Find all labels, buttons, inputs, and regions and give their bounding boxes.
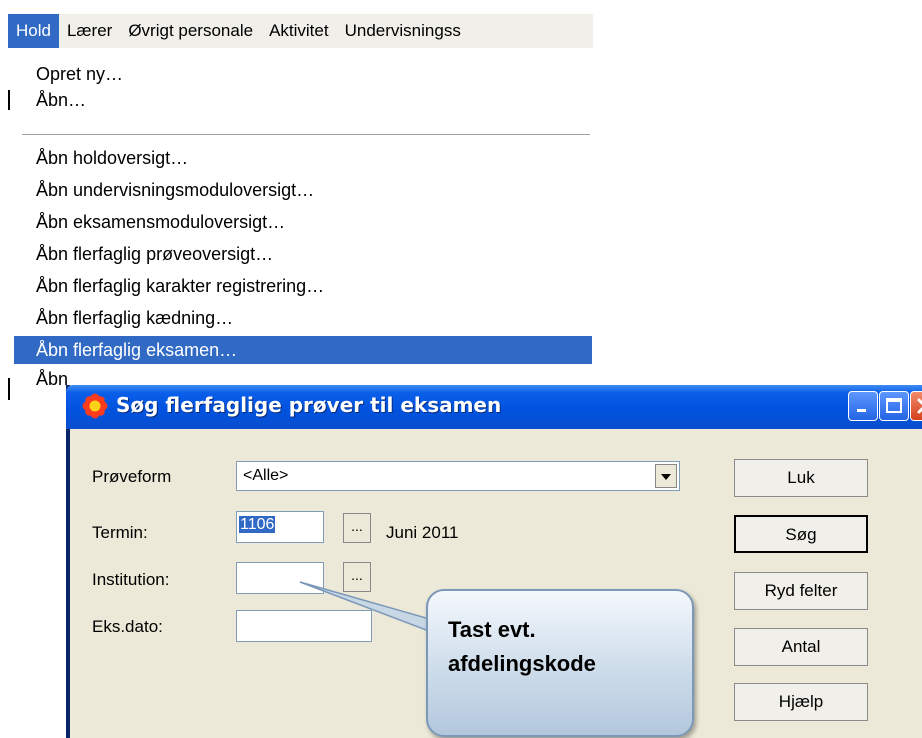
chevron-down-icon: [661, 474, 671, 480]
menu-item-undervisningsmoduloversigt[interactable]: Åbn undervisningsmoduloversigt…: [14, 176, 592, 204]
proveform-value: <Alle>: [243, 467, 289, 484]
callout-line-1: Tast evt.: [448, 617, 536, 642]
callout-text: Tast evt. afdelingskode: [448, 613, 596, 681]
hjaelp-button[interactable]: Hjælp: [734, 683, 868, 721]
maximize-icon: [886, 398, 902, 413]
callout-line-2: afdelingskode: [448, 651, 596, 676]
termin-browse-button[interactable]: ...: [343, 513, 371, 543]
antal-button[interactable]: Antal: [734, 628, 868, 666]
dialog-titlebar[interactable]: Søg flerfaglige prøver til eksamen: [66, 385, 922, 429]
ryd-felter-button[interactable]: Ryd felter: [734, 572, 868, 610]
menu-item-flerfaglig-eksamen[interactable]: Åbn flerfaglig eksamen…: [14, 336, 592, 364]
menu-separator: [22, 134, 590, 136]
menu-ovrigt-personale[interactable]: Øvrigt personale: [120, 14, 261, 48]
label-proveform: Prøveform: [92, 467, 172, 486]
sog-button[interactable]: Søg: [734, 515, 868, 553]
maximize-button[interactable]: [879, 391, 909, 421]
menu-item-aabn[interactable]: Åbn…: [14, 86, 592, 114]
menu-laerer[interactable]: Lærer: [59, 14, 120, 48]
termin-value: 1106: [239, 516, 276, 533]
menu-item-flerfaglig-kaedning[interactable]: Åbn flerfaglig kædning…: [14, 304, 592, 332]
menu-hold[interactable]: Hold: [8, 14, 59, 48]
menu-item-flerfaglig-karakter[interactable]: Åbn flerfaglig karakter registrering…: [14, 272, 592, 300]
label-eksdato: Eks.dato:: [92, 617, 163, 636]
hold-dropdown-menu: Opret ny… Åbn… Åbn holdoversigt… Åbn und…: [14, 48, 592, 388]
dialog-title: Søg flerfaglige prøver til eksamen: [116, 393, 502, 417]
frame-edge: [8, 90, 10, 110]
termin-description: Juni 2011: [386, 523, 459, 542]
minimize-button[interactable]: [848, 391, 878, 421]
frame-edge: [8, 378, 10, 400]
flower-icon: [82, 393, 108, 419]
luk-button[interactable]: Luk: [734, 459, 868, 497]
proveform-select[interactable]: <Alle>: [236, 461, 680, 491]
label-institution: Institution:: [92, 570, 170, 589]
menu-undervisning[interactable]: Undervisningss: [337, 14, 469, 48]
menu-aktivitet[interactable]: Aktivitet: [261, 14, 337, 48]
institution-field[interactable]: [236, 562, 324, 594]
minimize-icon: [857, 409, 866, 412]
proveform-dropdown-button[interactable]: [655, 464, 677, 488]
termin-field[interactable]: 1106: [236, 511, 324, 543]
menu-item-opret-ny[interactable]: Opret ny…: [14, 60, 592, 88]
eksdato-field[interactable]: [236, 610, 372, 642]
close-button[interactable]: [910, 391, 922, 421]
label-termin: Termin:: [92, 523, 148, 542]
menu-item-eksamensmoduloversigt[interactable]: Åbn eksamensmoduloversigt…: [14, 208, 592, 236]
institution-browse-button[interactable]: ...: [343, 562, 371, 592]
close-icon: [917, 398, 922, 414]
menu-item-holdoversigt[interactable]: Åbn holdoversigt…: [14, 144, 592, 172]
menu-item-flerfaglig-proeveoversigt[interactable]: Åbn flerfaglig prøveoversigt…: [14, 240, 592, 268]
menubar: Hold Lærer Øvrigt personale Aktivitet Un…: [8, 14, 593, 48]
tooltip-callout: Tast evt. afdelingskode: [426, 589, 694, 737]
